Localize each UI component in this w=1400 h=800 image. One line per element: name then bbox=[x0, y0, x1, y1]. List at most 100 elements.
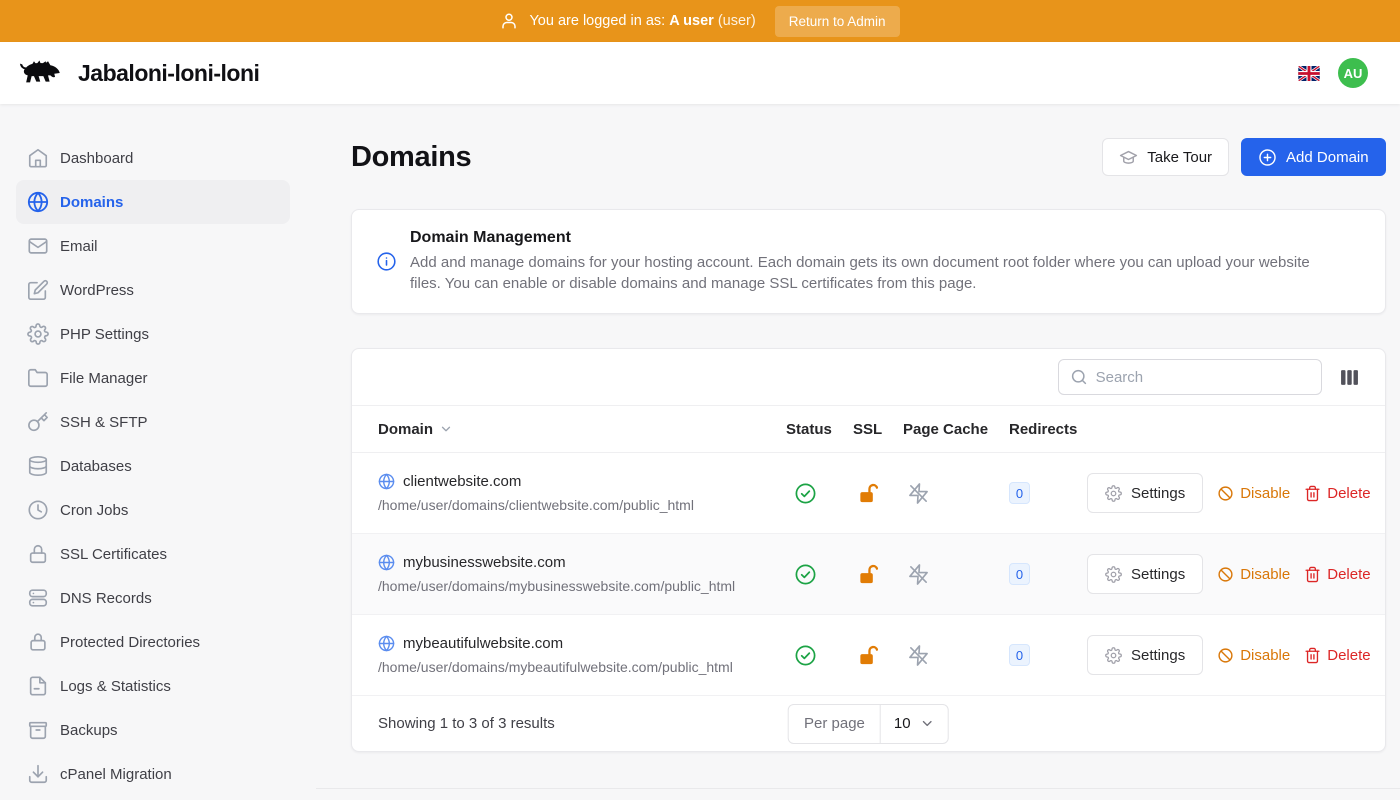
server-icon bbox=[27, 587, 49, 609]
sidebar-item-protected-directories[interactable]: Protected Directories bbox=[16, 620, 290, 664]
sidebar: Dashboard Domains Email WordPress PHP Se… bbox=[0, 104, 316, 800]
gear-icon bbox=[1105, 485, 1122, 502]
globe-icon bbox=[378, 554, 395, 571]
info-icon bbox=[376, 251, 397, 272]
file-text-icon bbox=[27, 675, 49, 697]
sidebar-item-dashboard[interactable]: Dashboard bbox=[16, 136, 290, 180]
return-to-admin-button[interactable]: Return to Admin bbox=[775, 6, 900, 37]
redirects-count-badge[interactable]: 0 bbox=[1009, 644, 1030, 666]
sidebar-item-php-settings[interactable]: PHP Settings bbox=[16, 312, 290, 356]
settings-button[interactable]: Settings bbox=[1087, 473, 1203, 513]
sidebar-item-dns-records[interactable]: DNS Records bbox=[16, 576, 290, 620]
sidebar-item-label: Protected Directories bbox=[60, 634, 200, 651]
info-description: Add and manage domains for your hosting … bbox=[410, 253, 1312, 294]
sidebar-item-domains[interactable]: Domains bbox=[16, 180, 290, 224]
delete-button[interactable]: Delete bbox=[1304, 566, 1370, 583]
download-icon bbox=[27, 763, 49, 785]
sidebar-item-file-manager[interactable]: File Manager bbox=[16, 356, 290, 400]
brand[interactable]: Jabaloni-loni-loni bbox=[16, 55, 259, 91]
info-box: Domain Management Add and manage domains… bbox=[351, 209, 1386, 314]
document-root-path: /home/user/domains/clientwebsite.com/pub… bbox=[378, 497, 786, 513]
trash-icon bbox=[1304, 566, 1321, 583]
ssl-unlocked-icon[interactable] bbox=[853, 482, 903, 505]
impersonation-banner: You are logged in as: A user (user) Retu… bbox=[0, 0, 1400, 42]
plus-circle-icon bbox=[1258, 148, 1277, 167]
search-icon bbox=[1070, 368, 1088, 386]
sidebar-item-databases[interactable]: Databases bbox=[16, 444, 290, 488]
sidebar-item-logs-statistics[interactable]: Logs & Statistics bbox=[16, 664, 290, 708]
globe-icon bbox=[378, 473, 395, 490]
sidebar-item-label: DNS Records bbox=[60, 590, 152, 607]
sidebar-item-label: Logs & Statistics bbox=[60, 678, 171, 695]
trash-icon bbox=[1304, 647, 1321, 664]
table-header-row: Domain Status SSL Page Cache Redirects bbox=[352, 405, 1385, 453]
database-icon bbox=[27, 455, 49, 477]
search-input[interactable] bbox=[1096, 369, 1310, 386]
clock-icon bbox=[27, 499, 49, 521]
folder-icon bbox=[27, 367, 49, 389]
document-root-path: /home/user/domains/mybeautifulwebsite.co… bbox=[378, 659, 786, 675]
domains-table-card: Domain Status SSL Page Cache Redirects c… bbox=[351, 348, 1386, 752]
column-header-domain[interactable]: Domain bbox=[378, 421, 786, 438]
settings-button[interactable]: Settings bbox=[1087, 554, 1203, 594]
chevron-down-icon bbox=[920, 716, 935, 731]
uk-flag-icon[interactable] bbox=[1298, 66, 1320, 81]
status-enabled-icon bbox=[786, 482, 853, 505]
globe-icon bbox=[27, 191, 49, 213]
sidebar-item-label: SSH & SFTP bbox=[60, 414, 148, 431]
archive-icon bbox=[27, 719, 49, 741]
column-header-ssl: SSL bbox=[853, 421, 903, 438]
domain-cell: mybusinesswebsite.com /home/user/domains… bbox=[378, 554, 786, 594]
column-header-redirects: Redirects bbox=[1009, 421, 1087, 438]
gear-icon bbox=[27, 323, 49, 345]
sidebar-item-email[interactable]: Email bbox=[16, 224, 290, 268]
column-header-page-cache: Page Cache bbox=[903, 421, 1009, 438]
footer-divider bbox=[316, 788, 1400, 789]
add-domain-button[interactable]: Add Domain bbox=[1241, 138, 1386, 176]
per-page-label: Per page bbox=[789, 705, 881, 743]
columns-toggle-button[interactable] bbox=[1338, 366, 1361, 389]
domain-name[interactable]: clientwebsite.com bbox=[403, 473, 521, 490]
chevron-down-icon bbox=[439, 422, 453, 436]
disable-button[interactable]: Disable bbox=[1217, 647, 1290, 664]
redirects-count-badge[interactable]: 0 bbox=[1009, 482, 1030, 504]
page-cache-off-icon[interactable] bbox=[903, 563, 1009, 586]
page-title: Domains bbox=[351, 141, 471, 174]
ssl-unlocked-icon[interactable] bbox=[853, 644, 903, 667]
globe-icon bbox=[378, 635, 395, 652]
banner-message: You are logged in as: A user (user) bbox=[529, 13, 755, 29]
delete-button[interactable]: Delete bbox=[1304, 647, 1370, 664]
settings-button[interactable]: Settings bbox=[1087, 635, 1203, 675]
avatar[interactable]: AU bbox=[1338, 58, 1368, 88]
document-root-path: /home/user/domains/mybusinesswebsite.com… bbox=[378, 578, 786, 594]
disable-button[interactable]: Disable bbox=[1217, 485, 1290, 502]
domain-cell: clientwebsite.com /home/user/domains/cli… bbox=[378, 473, 786, 513]
sidebar-item-label: Email bbox=[60, 238, 98, 255]
per-page-select[interactable]: Per page 10 bbox=[788, 704, 949, 744]
sidebar-item-backups[interactable]: Backups bbox=[16, 708, 290, 752]
graduation-cap-icon bbox=[1119, 148, 1138, 167]
disable-button[interactable]: Disable bbox=[1217, 566, 1290, 583]
domain-name[interactable]: mybeautifulwebsite.com bbox=[403, 635, 563, 652]
sidebar-item-wordpress[interactable]: WordPress bbox=[16, 268, 290, 312]
ssl-unlocked-icon[interactable] bbox=[853, 563, 903, 586]
sidebar-item-cron-jobs[interactable]: Cron Jobs bbox=[16, 488, 290, 532]
sidebar-item-ssl-certificates[interactable]: SSL Certificates bbox=[16, 532, 290, 576]
delete-button[interactable]: Delete bbox=[1304, 485, 1370, 502]
sidebar-item-label: Domains bbox=[60, 194, 123, 211]
sidebar-item-label: cPanel Migration bbox=[60, 766, 172, 783]
page-cache-off-icon[interactable] bbox=[903, 644, 1009, 667]
per-page-value: 10 bbox=[894, 715, 911, 732]
sidebar-item-label: File Manager bbox=[60, 370, 148, 387]
sidebar-item-label: Cron Jobs bbox=[60, 502, 128, 519]
app-header: Jabaloni-loni-loni AU bbox=[0, 42, 1400, 104]
sidebar-item-ssh-sftp[interactable]: SSH & SFTP bbox=[16, 400, 290, 444]
take-tour-button[interactable]: Take Tour bbox=[1102, 138, 1229, 176]
sidebar-item-label: Databases bbox=[60, 458, 132, 475]
sidebar-item-label: Backups bbox=[60, 722, 118, 739]
status-enabled-icon bbox=[786, 644, 853, 667]
redirects-count-badge[interactable]: 0 bbox=[1009, 563, 1030, 585]
sidebar-item-cpanel-migration[interactable]: cPanel Migration bbox=[16, 752, 290, 796]
page-cache-off-icon[interactable] bbox=[903, 482, 1009, 505]
domain-name[interactable]: mybusinesswebsite.com bbox=[403, 554, 566, 571]
